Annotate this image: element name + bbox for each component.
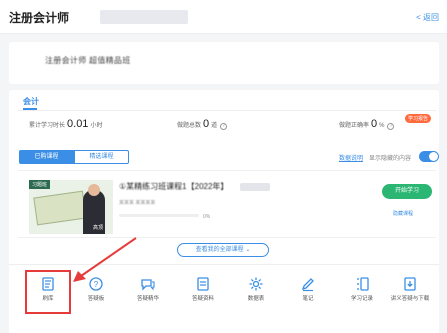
study-time-value: 0.01 bbox=[67, 118, 89, 130]
tool-download[interactable]: 讲义答疑与下载 bbox=[385, 276, 435, 302]
blurred-header-info bbox=[100, 10, 188, 24]
accuracy-label: 做题正确率 bbox=[339, 123, 370, 129]
help-icon[interactable]: ? bbox=[220, 123, 228, 130]
tool-label: 答疑精华 bbox=[136, 296, 159, 302]
annotation-highlight-box bbox=[25, 270, 71, 314]
show-hidden-label: 显示隐藏的内容 bbox=[369, 156, 412, 162]
accuracy-unit: % bbox=[379, 123, 385, 129]
gear-data-icon bbox=[249, 277, 263, 291]
tab-featured-courses[interactable]: 精选课程 bbox=[74, 150, 129, 164]
study-time-label: 累计学习时长 bbox=[29, 123, 66, 129]
tool-label: 讲义答疑与下载 bbox=[390, 296, 430, 302]
stat-accuracy: 做题正确率 0 % ? bbox=[339, 118, 395, 130]
course-progress-text: 0% bbox=[203, 214, 211, 220]
course-tabs: 已购课程 精选课程 bbox=[19, 150, 129, 164]
teacher-name: 高顶 bbox=[92, 225, 103, 231]
show-hidden-toggle[interactable] bbox=[419, 151, 439, 162]
accuracy-value: 0 bbox=[371, 118, 378, 130]
top-bar: 注册会计师 < 返回 bbox=[0, 0, 447, 34]
course-title[interactable]: ①某精练习班课程1【2022年】 bbox=[119, 181, 228, 192]
tool-label: 学习记录 bbox=[350, 296, 373, 302]
toggle-knob bbox=[429, 152, 438, 161]
study-record-icon bbox=[357, 277, 369, 291]
download-icon bbox=[404, 277, 416, 291]
questions-label: 做题总数 bbox=[177, 123, 202, 129]
data-analysis-link[interactable]: 数据说明 bbox=[339, 153, 363, 162]
qa-board-icon: ? bbox=[89, 277, 103, 291]
course-thumbnail[interactable]: 习题班 高顶 bbox=[29, 180, 113, 234]
stat-study-time: 累计学习时长 0.01 小时 bbox=[29, 118, 102, 130]
view-all-courses-button[interactable]: 查看我的全部课程 ⌄ bbox=[177, 243, 269, 257]
tool-label: 答疑板 bbox=[87, 296, 105, 302]
questions-value: 0 bbox=[203, 118, 210, 130]
notes-icon bbox=[301, 278, 314, 292]
view-all-courses-label: 查看我的全部课程 bbox=[195, 247, 244, 253]
subject-title[interactable]: 会计 bbox=[23, 96, 39, 107]
qa-highlights-icon bbox=[141, 279, 155, 291]
course-tag: 习题班 bbox=[29, 180, 51, 189]
hide-course-link[interactable]: 隐藏课程 bbox=[393, 210, 413, 217]
tool-label: 答疑资料 bbox=[191, 296, 214, 302]
start-learning-button[interactable]: 开始学习 bbox=[382, 184, 432, 199]
study-time-unit: 小时 bbox=[90, 123, 103, 129]
blurred-course-info bbox=[240, 183, 270, 191]
study-report-badge[interactable]: 学习报告 bbox=[405, 114, 432, 123]
stat-questions: 做题总数 0 道 ? bbox=[177, 118, 228, 130]
questions-unit: 道 bbox=[211, 123, 218, 129]
tool-qa-board[interactable]: ? 答疑板 bbox=[71, 276, 121, 302]
tool-notes[interactable]: 笔记 bbox=[283, 276, 333, 302]
tool-qa-highlights[interactable]: 答疑精华 bbox=[123, 276, 173, 302]
page-title: 注册会计师 bbox=[9, 11, 70, 25]
tool-qa-materials[interactable]: 答疑资料 bbox=[178, 276, 228, 302]
tab-divider bbox=[18, 170, 436, 171]
subject-divider bbox=[18, 110, 436, 111]
tool-label: 笔记 bbox=[302, 296, 314, 302]
tool-study-record[interactable]: 学习记录 bbox=[337, 276, 387, 302]
tool-label: 数据表 bbox=[247, 296, 265, 302]
tool-data-table[interactable]: 数据表 bbox=[231, 276, 281, 302]
thumbnail-map-graphic bbox=[33, 190, 87, 226]
teacher-head bbox=[88, 184, 100, 196]
course-list-divider bbox=[18, 237, 436, 238]
qa-materials-icon bbox=[197, 277, 209, 291]
course-meta: 某某某 某某某某 bbox=[119, 200, 156, 206]
class-name: 注册会计师 超值精品班 bbox=[45, 56, 131, 65]
tab-purchased-courses[interactable]: 已购课程 bbox=[19, 150, 74, 164]
help-icon[interactable]: ? bbox=[387, 123, 395, 130]
svg-text:?: ? bbox=[94, 280, 99, 289]
course-progress-bar bbox=[119, 214, 199, 217]
back-link[interactable]: < 返回 bbox=[416, 12, 439, 23]
class-banner-card: 注册会计师 超值精品班 bbox=[9, 42, 439, 84]
